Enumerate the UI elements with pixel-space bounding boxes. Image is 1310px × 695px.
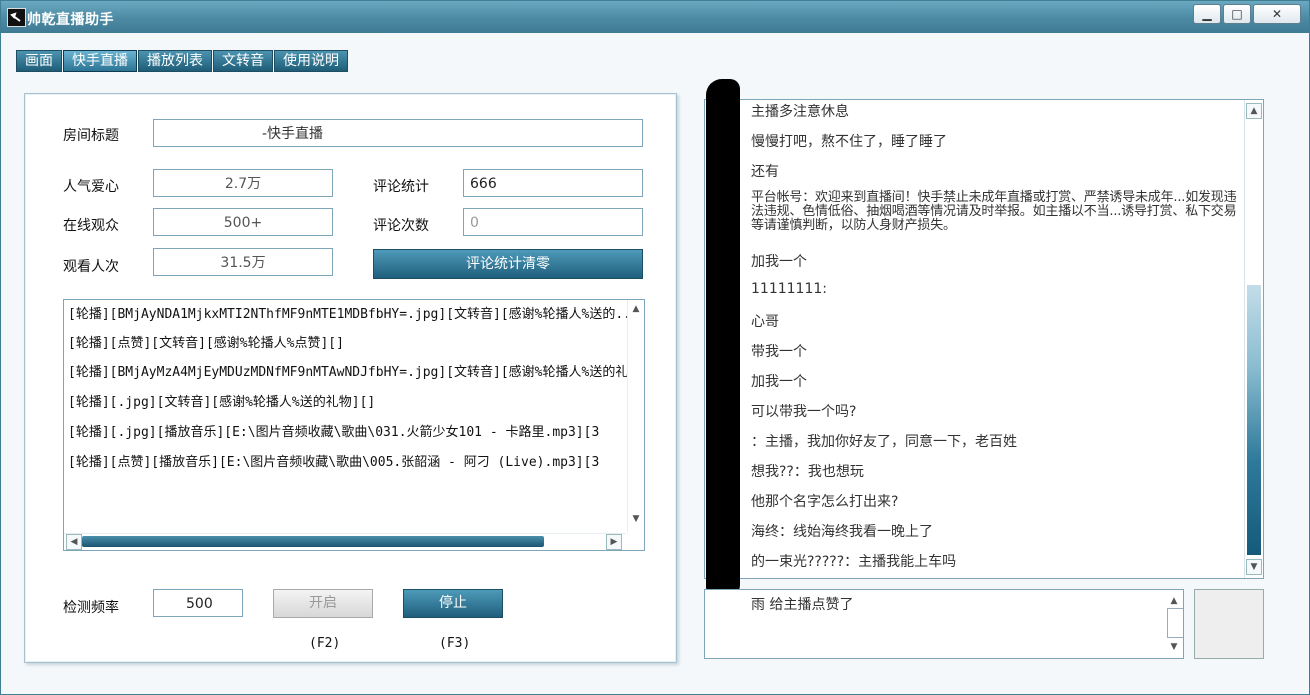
scroll-left-icon[interactable]: ◀ xyxy=(66,534,82,550)
list-item[interactable]: [轮播][.jpg][文转音][感谢%轮播人%送的礼物][] xyxy=(68,391,375,410)
chat-message: 想我??：我也想玩 xyxy=(751,464,864,480)
comment-stat-field[interactable]: 666 xyxy=(463,169,643,197)
scroll-thumb[interactable] xyxy=(1247,285,1261,555)
tab-picture[interactable]: 画面 xyxy=(16,50,62,72)
scroll-down-icon[interactable]: ▼ xyxy=(1246,559,1262,575)
close-button[interactable]: ✕ xyxy=(1253,4,1301,24)
minimize-button[interactable]: ▁ xyxy=(1193,4,1221,24)
online-label: 在线观众 xyxy=(63,218,119,234)
chat-message: 平台帐号：欢迎来到直播间！快手禁止未成年直播或打赏、严禁诱导未成年...如发现违… xyxy=(751,190,1237,233)
app-logo-icon xyxy=(7,8,26,27)
views-value: 31.5万 xyxy=(153,248,333,276)
live-settings-panel: 房间标题 -快手直播 人气爱心 2.7万 评论统计 666 在线观众 500+ … xyxy=(24,93,677,663)
chat-message: 慢慢打吧，熬不住了，睡了睡了 xyxy=(751,134,947,150)
chat-scrollbar[interactable]: ▲ ▼ xyxy=(1244,100,1263,578)
list-horizontal-scrollbar[interactable]: ◀ ▶ xyxy=(64,533,626,550)
start-button[interactable]: 开启 xyxy=(273,589,373,618)
preview-image xyxy=(1194,589,1264,659)
scroll-up-icon[interactable]: ▲ xyxy=(1167,594,1181,608)
room-title-field[interactable]: -快手直播 xyxy=(153,119,643,147)
rotation-list[interactable]: [轮播][BMjAyNDA1MjkxMTI2NThfMF9nMTE1MDBfbH… xyxy=(63,299,645,551)
online-value: 500+ xyxy=(153,208,333,236)
scroll-down-icon[interactable]: ▼ xyxy=(629,512,643,526)
list-item[interactable]: [轮播][BMjAyMzA4MjEyMDUzMDNfMF9nMTAwNDJfbH… xyxy=(68,361,628,380)
list-item[interactable]: [轮播][点赞][播放音乐][E:\图片音频收藏\歌曲\005.张韶涵 - 阿刁… xyxy=(68,451,599,470)
chat-message: 加我一个 xyxy=(751,374,807,390)
gift-message: 雨 给主播点赞了 xyxy=(751,597,854,613)
chat-message: 还有 xyxy=(751,164,779,180)
redaction-mark xyxy=(706,79,740,599)
chat-message: 心哥 xyxy=(751,314,779,330)
start-hotkey-label: (F2) xyxy=(309,636,341,651)
tab-instructions[interactable]: 使用说明 xyxy=(274,50,348,72)
comment-stat-label: 评论统计 xyxy=(373,179,429,195)
tab-bar: 画面 快手直播 播放列表 文转音 使用说明 xyxy=(16,50,349,72)
scroll-right-icon[interactable]: ▶ xyxy=(606,534,622,550)
tab-kuaishou-live[interactable]: 快手直播 xyxy=(63,50,137,72)
list-item[interactable]: [轮播][点赞][文转音][感谢%轮播人%点赞][] xyxy=(68,332,344,351)
chat-message: 主播多注意休息 xyxy=(751,104,849,120)
gift-message-panel[interactable]: 雨 给主播点赞了 ▲ ▼ xyxy=(704,589,1184,659)
list-item[interactable]: [轮播][.jpg][播放音乐][E:\图片音频收藏\歌曲\031.火箭少女10… xyxy=(68,421,599,440)
chat-message: 海终：线始海终我看一晚上了 xyxy=(751,524,933,540)
gift-scrollbar[interactable]: ▲ ▼ xyxy=(1165,594,1183,654)
list-vertical-scrollbar[interactable]: ▲ ▼ xyxy=(627,300,644,532)
tab-playlist[interactable]: 播放列表 xyxy=(138,50,212,72)
chat-message: 的一束光?????：主播我能上车吗 xyxy=(751,554,957,570)
scroll-down-icon[interactable]: ▼ xyxy=(1167,640,1181,654)
frequency-field[interactable]: 500 xyxy=(153,589,243,617)
title-bar[interactable]: 帅乾直播助手 ▁ □ ✕ xyxy=(1,1,1309,33)
room-title-label: 房间标题 xyxy=(63,128,119,144)
scroll-up-icon[interactable]: ▲ xyxy=(1246,103,1262,119)
app-window: 帅乾直播助手 ▁ □ ✕ 画面 快手直播 播放列表 文转音 使用说明 房间标题 … xyxy=(0,0,1310,695)
maximize-button[interactable]: □ xyxy=(1223,4,1251,24)
chat-message: 他那个名字怎么打出来? xyxy=(751,494,899,510)
comment-count-label: 评论次数 xyxy=(373,218,429,234)
window-title: 帅乾直播助手 xyxy=(27,12,114,28)
reset-comment-stat-button[interactable]: 评论统计清零 xyxy=(373,249,643,279)
stop-button[interactable]: 停止 xyxy=(403,589,503,618)
popularity-label: 人气爱心 xyxy=(63,179,119,195)
chat-message: 加我一个 xyxy=(751,254,807,270)
comment-count-field: 0 xyxy=(463,208,643,236)
chat-message: 可以带我一个吗? xyxy=(751,404,857,420)
popularity-value: 2.7万 xyxy=(153,169,333,197)
frequency-label: 检测频率 xyxy=(63,600,119,616)
stop-hotkey-label: (F3) xyxy=(439,636,471,651)
list-item[interactable]: [轮播][BMjAyNDA1MjkxMTI2NThfMF9nMTE1MDBfbH… xyxy=(68,303,639,322)
tab-text-to-speech[interactable]: 文转音 xyxy=(213,50,273,72)
scroll-thumb[interactable] xyxy=(82,536,544,547)
scroll-up-icon[interactable]: ▲ xyxy=(629,302,643,316)
chat-message: 11111111: xyxy=(751,281,827,297)
chat-message: ：主播，我加你好友了，同意一下，老百姓 xyxy=(751,434,1017,450)
chat-messages-panel[interactable]: 主播多注意休息 慢慢打吧，熬不住了，睡了睡了 还有 平台帐号：欢迎来到直播间！快… xyxy=(704,99,1264,579)
views-label: 观看人次 xyxy=(63,259,119,275)
chat-message: 带我一个 xyxy=(751,344,807,360)
scroll-thumb[interactable] xyxy=(1167,608,1183,638)
